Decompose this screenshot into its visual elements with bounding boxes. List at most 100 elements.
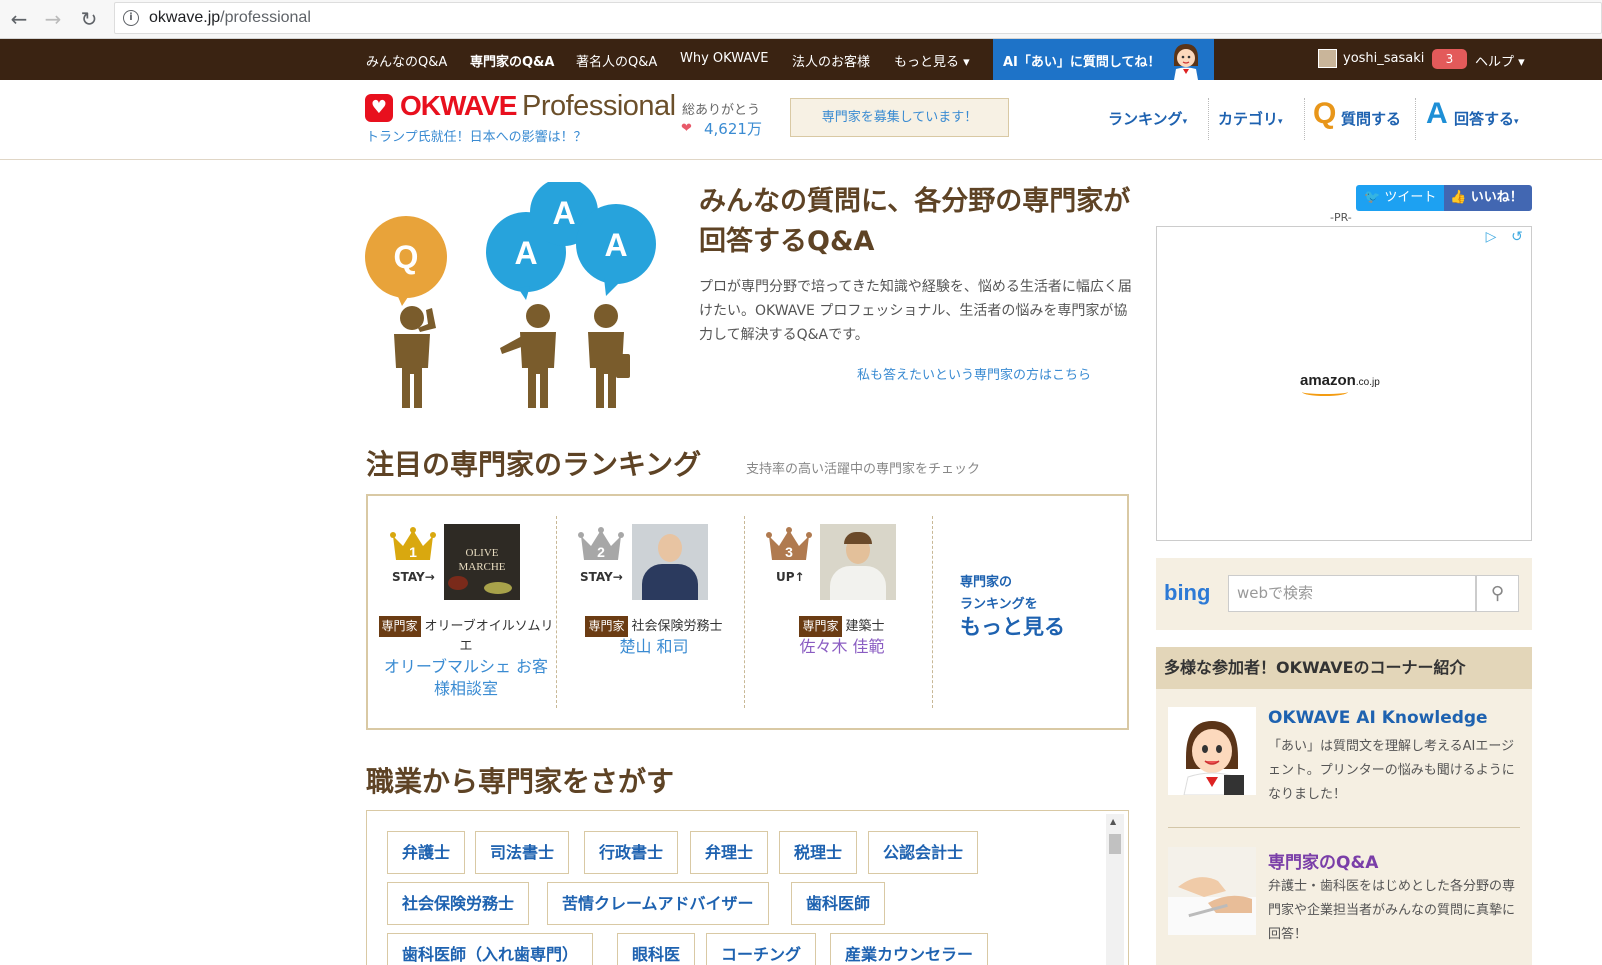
share-buttons: 🐦 ツイート 👍 いいね！	[1356, 185, 1532, 211]
ad-banner[interactable]: ▷ ↺ amazon.co.jp	[1156, 226, 1532, 541]
nav-more[interactable]: もっと見る ▾	[894, 51, 970, 70]
job-judicial-scrivener[interactable]: 司法書士	[475, 831, 570, 874]
divider	[1304, 98, 1305, 140]
ad-info-icon[interactable]: ▷	[1481, 229, 1501, 247]
nav-ask[interactable]: 質問する	[1341, 108, 1401, 129]
divider	[1415, 98, 1416, 140]
job-industrial-counselor[interactable]: 産業カウンセラー	[830, 933, 989, 965]
ai-ask-label: AI「あい」に質問してね！	[1003, 55, 1161, 70]
job-patent-attorney[interactable]: 弁理士	[690, 831, 769, 874]
help-menu[interactable]: ヘルプ ▾	[1475, 51, 1525, 70]
expert-photo[interactable]	[632, 524, 708, 600]
nav-celebrity-qa[interactable]: 著名人のQ&A	[576, 51, 657, 70]
ai-knowledge-image[interactable]	[1168, 707, 1256, 795]
corner-expert-title[interactable]: 専門家のQ&A	[1268, 848, 1378, 873]
corner-ai-title[interactable]: OKWAVE AI Knowledge	[1268, 708, 1488, 728]
ranking-item[interactable]: 2 STAY→ 専門家 社会保険労務士 楚山 和司	[556, 516, 745, 708]
profession: 専門家 社会保険労務士	[564, 616, 744, 637]
logo-okwave[interactable]: OKWAVE	[400, 90, 517, 122]
hero-description: プロが専門分野で培ってきた知識や経験を、悩める生活者に幅広く届けたい。OKWAV…	[699, 279, 1132, 343]
notification-badge[interactable]: 3	[1432, 49, 1467, 69]
rank-status: UP↑	[776, 570, 805, 584]
reload-icon[interactable]: ↻	[76, 6, 102, 32]
expert-photo[interactable]: OLIVE MARCHE	[444, 524, 520, 600]
expert-signup-link[interactable]: 私も答えたいという専門家の方はこちら	[857, 364, 1091, 383]
bing-logo: bing	[1164, 580, 1211, 605]
amazon-logo[interactable]: amazon.co.jp	[1300, 372, 1380, 389]
job-dentist[interactable]: 歯科医師	[791, 882, 886, 925]
avatar[interactable]	[1318, 49, 1337, 68]
jobs-section-title: 職業から専門家をさがす	[366, 765, 675, 798]
pr-label: -PR-	[1330, 211, 1352, 224]
bing-search-input[interactable]: webで検索	[1228, 575, 1476, 612]
corner-expert-desc: 弁護士・歯科医をはじめとした各分野の専門家や企業担当者がみんなの質問に真摯に回答…	[1268, 879, 1516, 942]
recruit-button[interactable]: 専門家を募集しています！	[790, 98, 1009, 137]
expert-qa-image[interactable]	[1168, 847, 1256, 935]
svg-text:A: A	[604, 227, 627, 263]
heart-logo-icon[interactable]: ♥	[365, 94, 393, 122]
nav-everyone-qa[interactable]: みんなのQ&A	[366, 51, 447, 70]
job-social-insurance[interactable]: 社会保険労務士	[387, 882, 530, 925]
nav-category[interactable]: カテゴリ▾	[1218, 108, 1283, 129]
rank-status: STAY→	[580, 570, 623, 584]
job-lawyer[interactable]: 弁護士	[387, 831, 466, 874]
svg-text:Q: Q	[394, 239, 419, 275]
svg-text:A: A	[552, 195, 575, 231]
answer-a-icon: A	[1426, 97, 1448, 130]
corner-title: 多様な参加者！OKWAVEのコーナー紹介	[1156, 647, 1532, 689]
logo-professional[interactable]: Professional	[522, 90, 676, 123]
job-denture-dentist[interactable]: 歯科医師（入れ歯専門）	[387, 933, 594, 965]
ranking-box: 1 STAY→ OLIVE MARCHE 専門家 オリーブオイルソムリエ オリーブ…	[366, 494, 1129, 730]
svg-text:A: A	[514, 235, 537, 271]
more-ranking-line1: 専門家の	[960, 575, 1013, 590]
job-coaching[interactable]: コーチング	[706, 933, 817, 965]
heart-icon: ❤	[681, 121, 692, 136]
jobs-scrollbar[interactable]: ▲	[1106, 814, 1124, 965]
nav-business[interactable]: 法人のお客様	[792, 51, 870, 70]
hero-title: みんなの質問に、各分野の専門家が回答するQ&A	[699, 186, 1131, 257]
address-bar[interactable]: i okwave.jp/professional	[114, 2, 1602, 34]
ranking-item[interactable]: 1 STAY→ OLIVE MARCHE 専門家 オリーブオイルソムリエ オリーブ…	[368, 516, 557, 708]
expert-photo[interactable]	[820, 524, 896, 600]
nav-expert-qa[interactable]: 専門家のQ&A	[470, 51, 554, 70]
ad-close-icon[interactable]: ↺	[1507, 229, 1527, 247]
scroll-thumb[interactable]	[1109, 834, 1121, 854]
like-button[interactable]: 👍 いいね！	[1444, 185, 1532, 211]
nav-ranking[interactable]: ランキング▾	[1108, 108, 1187, 129]
username[interactable]: yoshi_sasaki	[1343, 51, 1424, 66]
ranking-item[interactable]: 3 UP↑ 専門家 建築士 佐々木 佳範	[744, 516, 933, 708]
back-icon[interactable]: ←	[6, 6, 32, 32]
more-ranking-link[interactable]: 専門家の ランキングを もっと見る	[960, 572, 1110, 638]
more-ranking-line3: もっと見る	[960, 615, 1065, 639]
divider	[1168, 827, 1520, 828]
forward-icon[interactable]: →	[40, 6, 66, 32]
job-cpa[interactable]: 公認会計士	[868, 831, 979, 874]
job-administrative-scrivener[interactable]: 行政書士	[584, 831, 679, 874]
expert-name[interactable]: 楚山 和司	[564, 636, 744, 658]
job-tax-accountant[interactable]: 税理士	[779, 831, 858, 874]
search-icon[interactable]: ⚲	[1476, 575, 1519, 612]
ai-assistant-icon	[1174, 44, 1198, 80]
crown-bronze-icon: 3	[766, 527, 812, 560]
info-icon[interactable]: i	[123, 10, 139, 26]
job-ophthalmologist[interactable]: 眼科医	[617, 933, 696, 965]
url-text[interactable]: okwave.jp/professional	[149, 9, 311, 27]
ai-ask-button[interactable]: AI「あい」に質問してね！	[993, 39, 1214, 80]
expert-name[interactable]: 佐々木 佳範	[752, 636, 932, 658]
rank-status: STAY→	[392, 570, 435, 584]
rank-number: 2	[597, 544, 605, 560]
bing-search-box: bing webで検索 ⚲	[1156, 558, 1532, 630]
corner-ai-desc: 「あい」は質問文を理解し考えるAIエージェント。プリンターの悩みも聞けるようにな…	[1268, 739, 1515, 802]
crown-gold-icon: 1	[390, 527, 436, 560]
profession: 専門家 建築士	[752, 616, 932, 637]
expert-name[interactable]: オリーブマルシェ お客様相談室	[376, 656, 556, 700]
tweet-button[interactable]: 🐦 ツイート	[1356, 185, 1444, 211]
news-tagline[interactable]: トランプ氏就任！日本への影響は！？	[366, 126, 587, 145]
browser-toolbar: ← → ↻ i okwave.jp/professional	[0, 0, 1602, 39]
ranking-subtitle: 支持率の高い活躍中の専門家をチェック	[746, 462, 981, 477]
nav-why-okwave[interactable]: Why OKWAVE	[680, 51, 769, 66]
nav-answer[interactable]: 回答する▾	[1454, 108, 1519, 129]
question-q-icon: Q	[1313, 97, 1337, 130]
scroll-up-icon[interactable]: ▲	[1110, 817, 1116, 826]
job-complaint-advisor[interactable]: 苦情クレームアドバイザー	[547, 882, 769, 925]
